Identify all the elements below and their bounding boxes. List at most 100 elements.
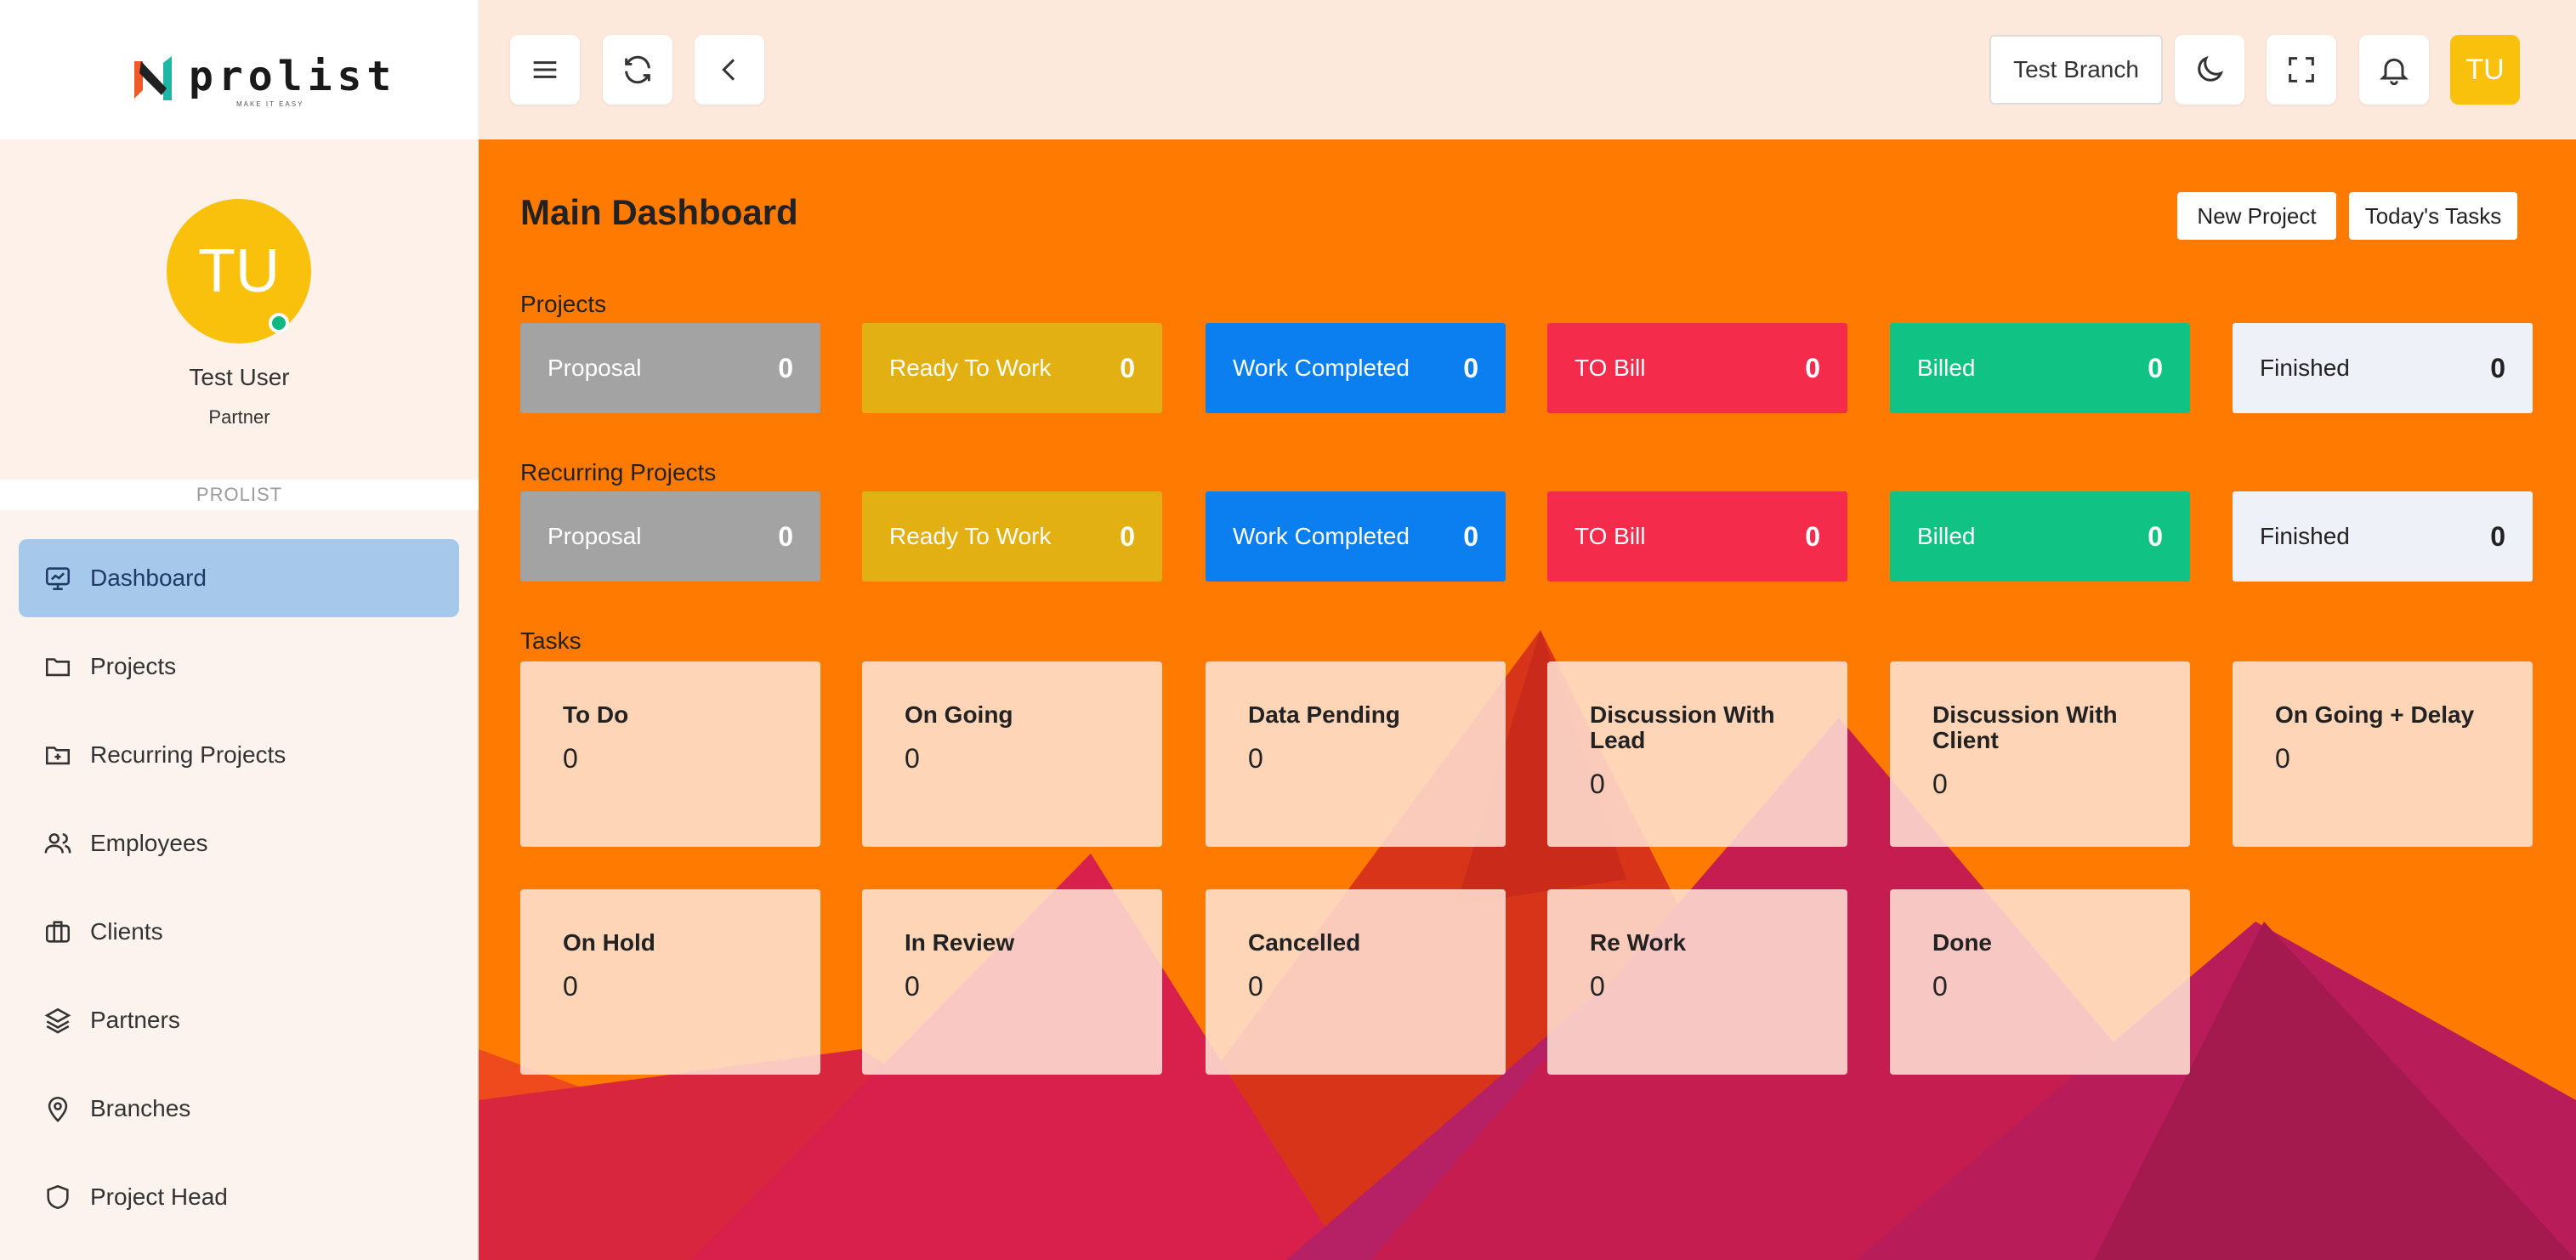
task-card-done[interactable]: Done 0 (1890, 889, 2190, 1075)
sidebar-item-label: Branches (90, 1095, 191, 1121)
online-status-dot (269, 313, 289, 333)
project-stat-proposal[interactable]: Proposal 0 (520, 323, 820, 413)
branch-selector-button[interactable]: Test Branch (1989, 35, 2163, 105)
todays-tasks-button[interactable]: Today's Tasks (2349, 192, 2517, 240)
task-count: 0 (905, 743, 920, 774)
projects-section-label: Projects (520, 291, 607, 317)
sidebar-item-label: Clients (90, 918, 163, 945)
sidebar-item-label: Dashboard (90, 565, 207, 591)
task-card-to-do[interactable]: To Do 0 (520, 661, 820, 847)
brand-name: prolist (189, 53, 397, 100)
stat-value: 0 (1805, 352, 1820, 383)
task-count: 0 (563, 971, 578, 1002)
sidebar: prolist MAKE IT EASY TU Test User Partne… (0, 0, 479, 1260)
recurring-stat-billed[interactable]: Billed 0 (1890, 491, 2190, 582)
chevron-left-icon (722, 59, 735, 81)
recurring-projects-section-label: Recurring Projects (520, 459, 717, 485)
stat-label: Ready To Work (889, 523, 1052, 549)
sidebar-item-employees[interactable]: Employees (19, 804, 459, 883)
sidebar-item-recurring-projects[interactable]: Recurring Projects (19, 716, 459, 794)
task-count: 0 (1590, 769, 1605, 799)
task-card-on-going-delay[interactable]: On Going + Delay 0 (2233, 661, 2533, 847)
task-card-discussion-with-client[interactable]: Discussion With Client 0 (1890, 661, 2190, 847)
task-card-discussion-with-lead[interactable]: Discussion With Lead 0 (1547, 661, 1847, 847)
recurring-stat-proposal[interactable]: Proposal 0 (520, 491, 820, 582)
task-count: 0 (1932, 971, 1948, 1002)
stat-value: 0 (1120, 520, 1135, 552)
task-label: Done (1932, 929, 1992, 956)
map-pin-icon (43, 1093, 73, 1124)
task-label: On Going + Delay (2275, 701, 2475, 728)
task-count: 0 (1248, 743, 1263, 774)
theme-toggle-button[interactable] (2175, 35, 2244, 105)
logo[interactable]: prolist MAKE IT EASY (0, 0, 479, 139)
sidebar-item-label: Projects (90, 653, 177, 679)
task-label: Data Pending (1248, 701, 1400, 728)
stat-value: 0 (778, 352, 793, 383)
user-role: Partner (208, 406, 270, 428)
stat-label: Work Completed (1233, 523, 1410, 549)
sidebar-item-partners[interactable]: Partners (19, 981, 459, 1059)
project-stat-work-completed[interactable]: Work Completed 0 (1206, 323, 1506, 413)
stat-value: 0 (1805, 520, 1820, 552)
stat-label: Work Completed (1233, 355, 1410, 381)
sidebar-item-project-head[interactable]: Project Head (19, 1158, 459, 1236)
task-label: To Do (563, 701, 629, 728)
notifications-button[interactable] (2359, 35, 2429, 105)
shield-icon (43, 1182, 73, 1212)
page-title: Main Dashboard (520, 192, 798, 232)
stat-value: 0 (1120, 352, 1135, 383)
task-card-in-review[interactable]: In Review 0 (862, 889, 1162, 1075)
recurring-stat-work-completed[interactable]: Work Completed 0 (1206, 491, 1506, 582)
new-project-button[interactable]: New Project (2177, 192, 2336, 240)
task-card-on-going[interactable]: On Going 0 (862, 661, 1162, 847)
stat-label: Proposal (548, 523, 642, 549)
project-stat-finished[interactable]: Finished 0 (2233, 323, 2533, 413)
stat-label: Ready To Work (889, 355, 1052, 381)
dashboard-icon (43, 563, 73, 593)
stat-label: Proposal (548, 355, 642, 381)
sidebar-item-dashboard[interactable]: Dashboard (19, 539, 459, 617)
users-icon (43, 828, 73, 859)
sidebar-item-projects[interactable]: Projects (19, 627, 459, 706)
prolist-logo-mark-icon (134, 56, 172, 100)
folder-plus-icon (43, 740, 73, 770)
task-card-data-pending[interactable]: Data Pending 0 (1206, 661, 1506, 847)
recurring-stat-to-bill[interactable]: TO Bill 0 (1547, 491, 1847, 582)
avatar[interactable]: TU (167, 199, 311, 343)
fullscreen-button[interactable] (2267, 35, 2336, 105)
task-count: 0 (2275, 743, 2290, 774)
task-label: Re Work (1590, 929, 1687, 956)
task-card-cancelled[interactable]: Cancelled 0 (1206, 889, 1506, 1075)
task-count: 0 (1248, 971, 1263, 1002)
recurring-stat-ready-to-work[interactable]: Ready To Work 0 (862, 491, 1162, 582)
refresh-button[interactable] (603, 35, 672, 105)
stat-label: TO Bill (1575, 355, 1646, 381)
user-profile: TU Test User Partner (0, 139, 479, 480)
stat-label: Finished (2260, 355, 2350, 381)
task-label: In Review (905, 929, 1015, 956)
stat-value: 0 (2148, 520, 2163, 552)
user-avatar-button[interactable]: TU (2450, 35, 2520, 105)
task-count: 0 (1932, 769, 1948, 799)
task-label: Discussion With Client (1932, 701, 2118, 753)
sidebar-item-branches[interactable]: Branches (19, 1070, 459, 1148)
task-label: On Going (905, 701, 1013, 728)
sidebar-item-label: Recurring Projects (90, 741, 287, 768)
project-stat-billed[interactable]: Billed 0 (1890, 323, 2190, 413)
folder-icon (43, 651, 73, 682)
menu-toggle-button[interactable] (510, 35, 580, 105)
sidebar-item-label: Partners (90, 1007, 180, 1033)
refresh-icon (625, 55, 650, 84)
recurring-stat-finished[interactable]: Finished 0 (2233, 491, 2533, 582)
user-name: Test User (189, 364, 290, 390)
task-card-on-hold[interactable]: On Hold 0 (520, 889, 820, 1075)
project-stat-to-bill[interactable]: TO Bill 0 (1547, 323, 1847, 413)
project-stat-ready-to-work[interactable]: Ready To Work 0 (862, 323, 1162, 413)
back-button[interactable] (695, 35, 764, 105)
top-bar: Test Branch TU (479, 0, 2576, 139)
task-card-re-work[interactable]: Re Work 0 (1547, 889, 1847, 1075)
task-label: Discussion With Lead (1590, 701, 1775, 753)
layers-icon (43, 1005, 73, 1036)
sidebar-item-clients[interactable]: Clients (19, 893, 459, 971)
